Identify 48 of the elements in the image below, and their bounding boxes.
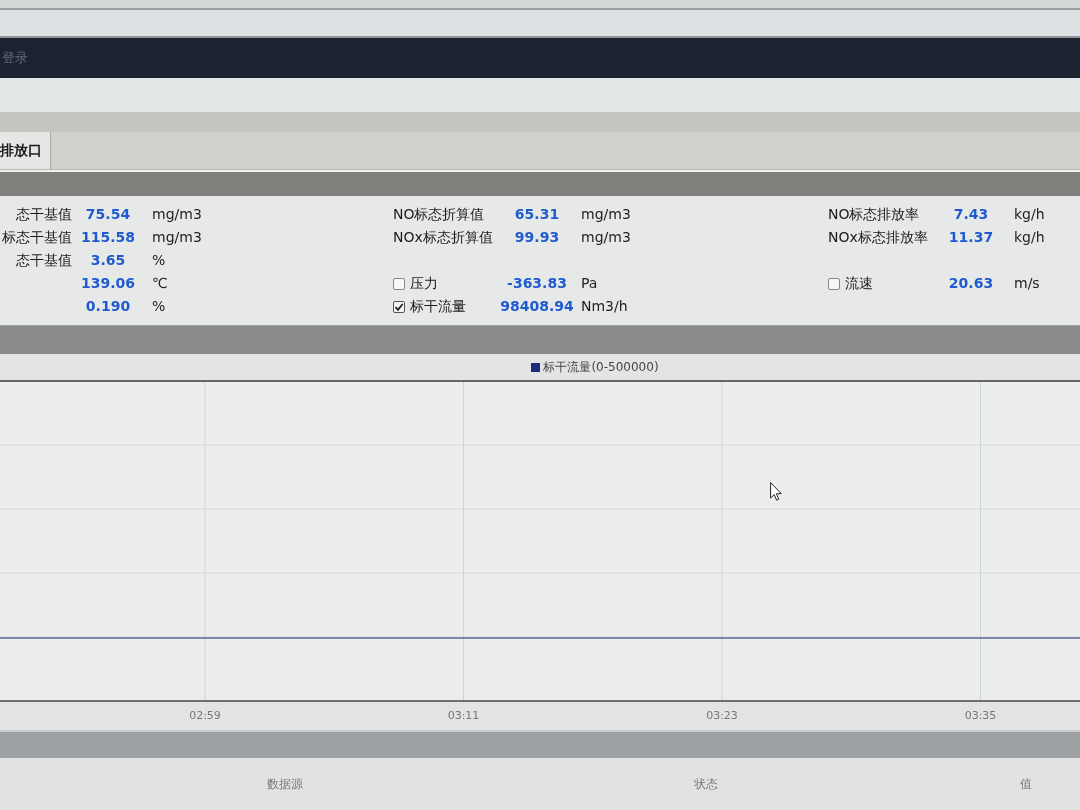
field-label: NO标态排放率	[828, 206, 920, 222]
legend-label: 标干流量(0-500000)	[543, 359, 659, 376]
unit-label: mg/m3	[152, 206, 202, 222]
reading-value: 75.54	[85, 205, 131, 224]
unit-label: mg/m3	[581, 206, 631, 222]
field-label: 压力	[410, 274, 438, 293]
unit-label: m/s	[1014, 275, 1040, 291]
unit-label: Pa	[581, 275, 598, 291]
field-label: 态干基值	[16, 252, 72, 268]
field-label: 标干流量	[410, 297, 466, 316]
reading-value: 0.190	[85, 297, 131, 316]
unit-label: kg/h	[1014, 229, 1045, 245]
field-label: 标态干基值	[2, 229, 72, 245]
axis-tick-label: 03:35	[964, 709, 997, 722]
reading-value: 3.65	[90, 251, 126, 270]
reading-value: 20.63	[948, 274, 994, 293]
column-header[interactable]: 状态	[694, 775, 718, 793]
reading-value: -363.83	[507, 274, 567, 293]
reading-value: 99.93	[514, 228, 560, 247]
unit-label: mg/m3	[581, 229, 631, 245]
unit-label: mg/m3	[152, 229, 202, 245]
title-text: 登录	[2, 49, 28, 68]
field-label: NOx标态排放率	[828, 229, 928, 245]
reading-value: 65.31	[514, 205, 560, 224]
pointer-icon	[770, 482, 782, 501]
field-label: 流速	[845, 274, 873, 293]
unit-label: ℃	[152, 275, 168, 291]
axis-tick-label: 02:59	[189, 709, 221, 722]
reading-value: 115.58	[81, 228, 135, 247]
checkbox[interactable]	[393, 300, 405, 313]
axis-tick-label: 03:11	[447, 709, 480, 722]
column-header[interactable]: 值	[1020, 775, 1032, 793]
unit-label: kg/h	[1014, 206, 1045, 222]
unit-label: %	[152, 252, 166, 268]
reading-value: 139.06	[81, 274, 135, 293]
field-label: NO标态折算值	[393, 206, 485, 222]
checkbox[interactable]	[828, 277, 840, 290]
checkbox[interactable]	[393, 277, 405, 290]
reading-value: 98408.94	[500, 297, 574, 316]
unit-label: %	[152, 298, 166, 314]
field-label: 态干基值	[16, 206, 72, 222]
column-header[interactable]: 数据源	[267, 775, 303, 793]
tab[interactable]: 排放口	[0, 132, 51, 169]
axis-tick-label: 03:23	[706, 709, 738, 722]
reading-value: 11.37	[948, 228, 994, 247]
unit-label: Nm3/h	[581, 298, 628, 314]
field-label: NOx标态折算值	[393, 229, 493, 245]
reading-value: 7.43	[953, 205, 989, 224]
